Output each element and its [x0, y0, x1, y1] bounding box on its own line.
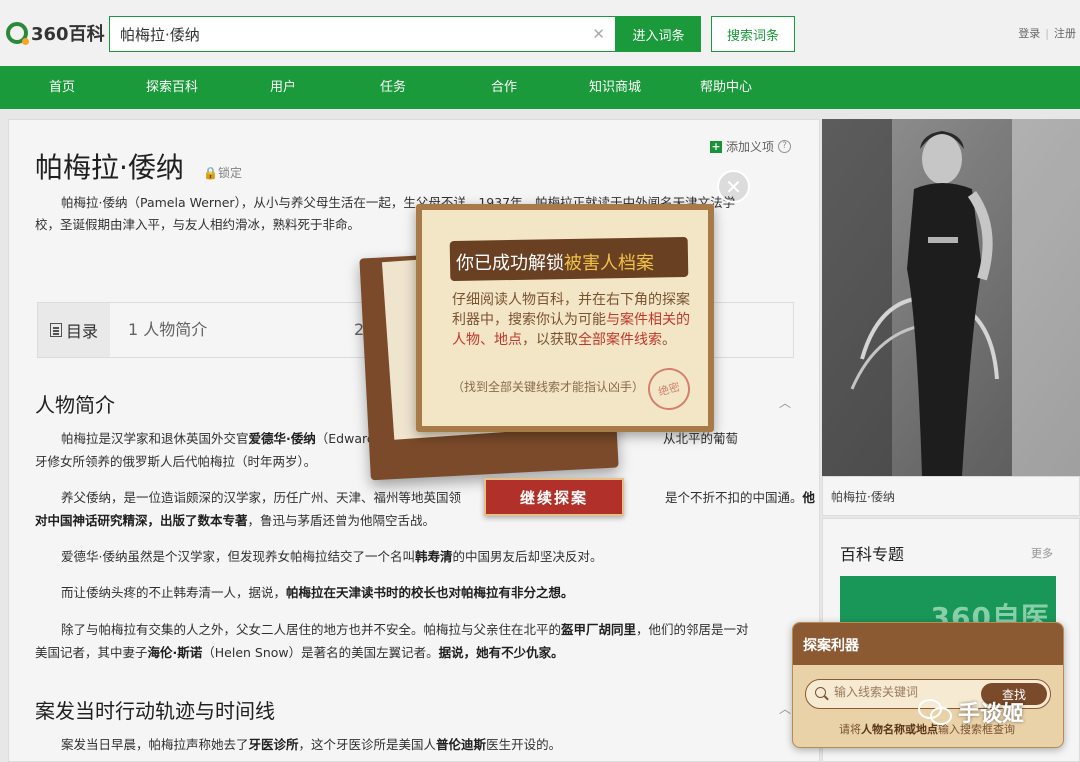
unlock-popup: 你已成功解锁被害人档案 仔细阅读人物百科，并在右下角的探案利器中，搜索你认为可能…: [416, 204, 714, 432]
nav-item-explore[interactable]: 探索百科: [146, 66, 198, 109]
search-entry-button[interactable]: 搜索词条: [711, 16, 795, 52]
close-icon: ✕: [725, 174, 742, 199]
user-links: 登录 | 注册: [1018, 25, 1076, 41]
close-popup-button[interactable]: ✕: [717, 170, 750, 203]
popup-hint: （找到全部关键线索才能指认凶手）: [452, 380, 645, 394]
search-icon: [815, 687, 826, 698]
logo[interactable]: 360百科: [6, 20, 105, 46]
login-link[interactable]: 登录: [1018, 27, 1040, 40]
logo-text: 360百科: [31, 24, 105, 45]
search-box: ✕: [109, 16, 616, 52]
top-bar: 360百科 ✕ 进入词条 搜索词条 登录 | 注册: [0, 0, 1080, 66]
nav-item-tasks[interactable]: 任务: [380, 66, 406, 109]
watermark: 手谈姬: [918, 696, 1024, 728]
nav-item-help[interactable]: 帮助中心: [700, 66, 752, 109]
enter-entry-button[interactable]: 进入词条: [616, 16, 701, 52]
popup-heading: 你已成功解锁被害人档案: [456, 253, 654, 274]
continue-investigation-button[interactable]: 继续探案: [484, 478, 624, 516]
main-nav: 首页 探索百科 用户 任务 合作 知识商城 帮助中心: [0, 66, 1080, 109]
detective-tool-panel: 探案利器 查找 请将人物名称或地点输入搜索框查询: [792, 622, 1064, 748]
nav-item-cooperation[interactable]: 合作: [491, 66, 517, 109]
nav-item-users[interactable]: 用户: [270, 66, 296, 109]
detective-tool-title: 探案利器: [793, 623, 1063, 665]
separator: |: [1045, 27, 1049, 40]
watermark-text: 手谈姬: [958, 702, 1025, 727]
popup-message: 仔细阅读人物百科，并在右下角的探案利器中，搜索你认为可能与案件相关的人物、地点，…: [452, 292, 690, 348]
logo-icon: [6, 22, 29, 45]
wechat-icon: [918, 699, 952, 725]
nav-item-home[interactable]: 首页: [49, 66, 75, 109]
secret-stamp: 绝密: [643, 363, 695, 415]
register-link[interactable]: 注册: [1054, 27, 1076, 40]
clear-icon[interactable]: ✕: [592, 25, 605, 43]
nav-item-store[interactable]: 知识商城: [589, 66, 641, 109]
search-input[interactable]: [110, 17, 570, 51]
